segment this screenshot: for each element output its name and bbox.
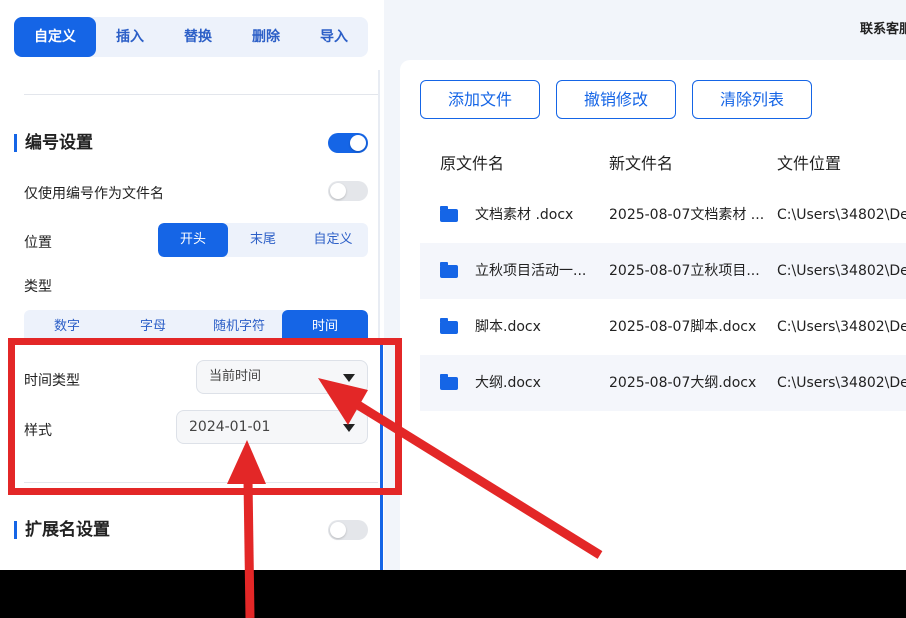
arrow-head-icon	[227, 440, 266, 484]
arrow-to-time-type	[355, 401, 603, 559]
annotation-arrows	[227, 378, 603, 618]
arrow-to-style	[243, 479, 255, 618]
arrow-head-icon	[318, 378, 368, 425]
